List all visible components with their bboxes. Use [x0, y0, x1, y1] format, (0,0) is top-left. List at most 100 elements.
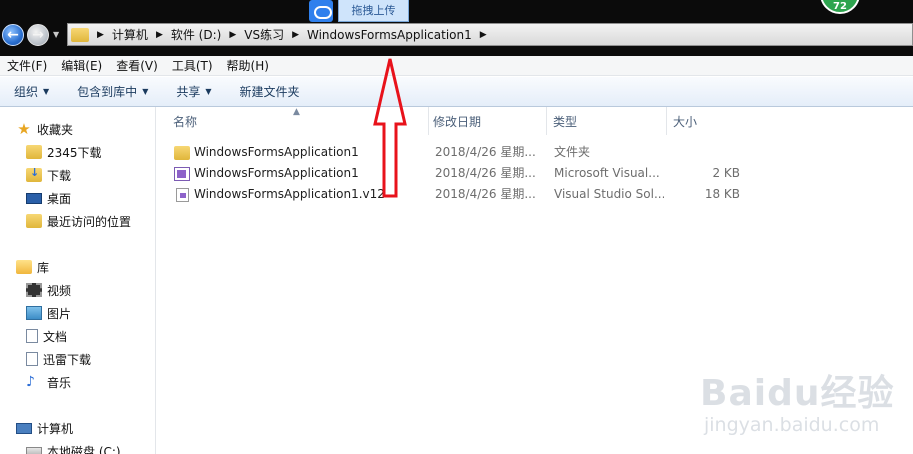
- organize-button[interactable]: 组织 ▼: [0, 83, 63, 100]
- sidebar-item-label: 2345下载: [47, 145, 102, 160]
- table-row[interactable]: WindowsFormsApplication1.v12 2018/4/26 星…: [157, 184, 913, 205]
- sidebar-item-desktop[interactable]: 桌面: [26, 188, 71, 208]
- menu-file[interactable]: 文件(F): [0, 57, 54, 74]
- arrow-left-icon: ←: [7, 27, 19, 43]
- file-date: 2018/4/26 星期...: [435, 187, 536, 201]
- new-folder-label: 新建文件夹: [239, 85, 300, 99]
- file-size: 2 KB: [712, 166, 740, 180]
- star-icon: ★: [17, 120, 31, 138]
- caret-down-icon: ▼: [43, 87, 50, 96]
- solution-file-icon: [176, 188, 189, 202]
- menu-tools[interactable]: 工具(T): [165, 57, 220, 74]
- sidebar-item-label: 桌面: [47, 191, 72, 206]
- sidebar-item-label: 本地磁盘 (C:): [47, 444, 121, 454]
- breadcrumb-drive-d[interactable]: 软件 (D:): [171, 26, 221, 43]
- sidebar-item-label: 文档: [43, 329, 68, 344]
- sidebar-item-local-disk-c[interactable]: 本地磁盘 (C:): [26, 441, 121, 454]
- sidebar-item-label: 库: [37, 260, 50, 275]
- table-row[interactable]: WindowsFormsApplication1 2018/4/26 星期...…: [157, 142, 913, 163]
- sidebar-item-label: 视频: [47, 283, 72, 298]
- sidebar-item-label: 收藏夹: [37, 122, 74, 137]
- watermark-url: jingyan.baidu.com: [704, 414, 880, 436]
- share-button[interactable]: 共享 ▼: [162, 83, 225, 100]
- chevron-right-icon[interactable]: ▶: [97, 30, 104, 40]
- chevron-right-icon[interactable]: ▶: [156, 30, 163, 40]
- sort-ascending-icon: ▲: [293, 107, 300, 117]
- chevron-right-icon[interactable]: ▶: [292, 30, 299, 40]
- sidebar-item-documents[interactable]: 文档: [26, 326, 67, 346]
- new-folder-button[interactable]: 新建文件夹: [226, 83, 314, 100]
- back-button[interactable]: ←: [2, 24, 24, 46]
- breadcrumb-current-folder[interactable]: WindowsFormsApplication1: [307, 28, 472, 42]
- table-row[interactable]: WindowsFormsApplication1 2018/4/26 星期...…: [157, 163, 913, 184]
- recent-places-icon: [26, 214, 42, 228]
- sidebar-item-favorites[interactable]: ★ 收藏夹: [16, 119, 73, 139]
- navigation-pane: ★ 收藏夹 2345下载 下载 桌面 最近访问的位置 库 视频 图片 文档 迅雷…: [0, 107, 156, 454]
- file-type: 文件夹: [554, 145, 591, 159]
- organize-label: 组织: [14, 85, 39, 99]
- folder-icon: [174, 146, 190, 160]
- sidebar-item-label: 最近访问的位置: [47, 214, 132, 229]
- sidebar-item-label: 迅雷下载: [43, 352, 92, 367]
- include-in-library-button[interactable]: 包含到库中 ▼: [63, 83, 162, 100]
- sidebar-item-recent-places[interactable]: 最近访问的位置: [26, 211, 131, 231]
- sidebar-item-thunder-downloads[interactable]: 迅雷下载: [26, 349, 91, 369]
- download-folder-icon: [26, 166, 42, 182]
- file-size: 18 KB: [704, 187, 740, 201]
- title-bar: 拖拽上传 72 ← → ▼ ▶ 计算机 ▶ 软件 (D:) ▶ VS练习 ▶ W…: [0, 0, 913, 56]
- breadcrumb: ▶ 计算机 ▶ 软件 (D:) ▶ VS练习 ▶ WindowsFormsApp…: [89, 26, 495, 43]
- csharp-project-icon: [174, 167, 190, 181]
- command-toolbar: 组织 ▼ 包含到库中 ▼ 共享 ▼ 新建文件夹: [0, 77, 913, 107]
- sidebar-item-videos[interactable]: 视频: [26, 280, 71, 300]
- menu-view[interactable]: 查看(V): [109, 57, 165, 74]
- file-type: Visual Studio Sol...: [554, 187, 664, 201]
- breadcrumb-computer[interactable]: 计算机: [112, 26, 148, 43]
- chevron-right-icon[interactable]: ▶: [480, 30, 487, 40]
- address-bar[interactable]: ▶ 计算机 ▶ 软件 (D:) ▶ VS练习 ▶ WindowsFormsApp…: [67, 23, 913, 46]
- thunder-download-icon: [26, 352, 38, 366]
- drag-upload-tab[interactable]: 拖拽上传: [338, 0, 409, 22]
- sidebar-item-2345-downloads[interactable]: 2345下载: [26, 142, 102, 162]
- folder-icon: [26, 145, 42, 159]
- sidebar-item-label: 下载: [47, 168, 72, 183]
- file-date: 2018/4/26 星期...: [435, 145, 536, 159]
- column-header-size[interactable]: 大小: [667, 107, 747, 135]
- drive-icon: [26, 446, 42, 454]
- arrow-right-icon: →: [32, 27, 44, 43]
- notification-badge[interactable]: 72: [820, 0, 860, 14]
- file-date: 2018/4/26 星期...: [435, 166, 536, 180]
- menu-edit[interactable]: 编辑(E): [54, 57, 109, 74]
- column-header-date-modified[interactable]: 修改日期: [427, 107, 547, 135]
- include-in-library-label: 包含到库中: [77, 85, 138, 99]
- menu-help[interactable]: 帮助(H): [220, 57, 276, 74]
- folder-icon: [71, 27, 89, 42]
- picture-library-icon: [26, 306, 42, 320]
- sidebar-item-pictures[interactable]: 图片: [26, 303, 71, 323]
- chevron-right-icon[interactable]: ▶: [229, 30, 236, 40]
- forward-button[interactable]: →: [27, 24, 49, 46]
- desktop-icon: [26, 192, 42, 204]
- column-header-type[interactable]: 类型: [547, 107, 667, 135]
- sidebar-item-label: 音乐: [47, 375, 72, 390]
- library-icon: [16, 260, 32, 274]
- breadcrumb-vs-practice[interactable]: VS练习: [244, 26, 284, 43]
- sidebar-item-music[interactable]: ♪ 音乐: [26, 372, 71, 392]
- sidebar-item-downloads[interactable]: 下载: [26, 165, 71, 185]
- caret-down-icon: ▼: [142, 87, 149, 96]
- computer-icon: [16, 422, 32, 434]
- video-library-icon: [26, 283, 42, 297]
- recent-pages-dropdown-icon[interactable]: ▼: [53, 30, 59, 39]
- caret-down-icon: ▼: [205, 87, 212, 96]
- sidebar-item-label: 计算机: [37, 421, 74, 436]
- cloud-upload-icon[interactable]: [309, 0, 333, 22]
- watermark-logo: Baidu经验: [700, 373, 895, 414]
- share-label: 共享: [176, 85, 201, 99]
- annotation-arrow-icon: [373, 58, 407, 198]
- sidebar-item-label: 图片: [47, 306, 72, 321]
- file-size: [669, 142, 740, 163]
- baidu-jingyan-watermark: Baidu经验 jingyan.baidu.com: [700, 360, 913, 454]
- sidebar-item-libraries[interactable]: 库: [16, 257, 49, 277]
- document-library-icon: [26, 329, 38, 343]
- sidebar-item-computer[interactable]: 计算机: [16, 418, 73, 438]
- file-type: Microsoft Visual...: [554, 166, 660, 180]
